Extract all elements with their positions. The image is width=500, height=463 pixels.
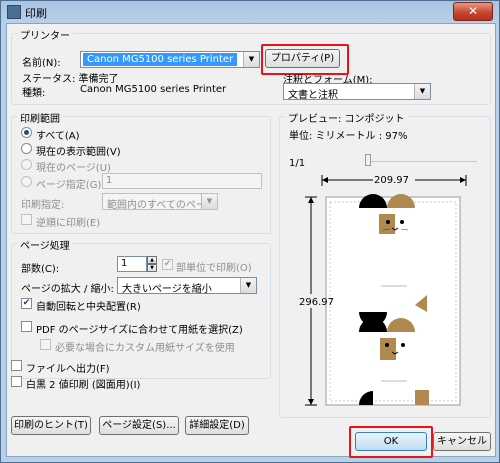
page-setup-button[interactable]: ページ設定(S)...	[99, 416, 179, 435]
reverse-label[interactable]: 逆順に印刷(E)	[36, 214, 100, 229]
grayscale-label[interactable]: 白黒 2 値印刷 (図面用)(I)	[26, 376, 140, 391]
subset-value: 範囲内のすべてのページ	[107, 200, 216, 211]
choose-paper-label[interactable]: PDF のページサイズに合わせて用紙を選択(Z)	[36, 321, 243, 336]
copies-down-icon[interactable]: ▼	[147, 264, 157, 272]
printer-name-select[interactable]: Canon MG5100 series Printer ▼	[80, 51, 260, 68]
close-button[interactable]: ✕	[453, 2, 493, 21]
scaling-label: ページの拡大 / 縮小:	[21, 284, 114, 295]
preview-label: プレビュー: コンポジット	[285, 110, 408, 125]
comments-forms-select[interactable]: 文書と注釈 ▼	[283, 83, 431, 101]
advanced-button[interactable]: 詳細設定(D)	[185, 416, 249, 435]
page-slider-thumb[interactable]	[365, 154, 371, 166]
copies-value: 1	[121, 258, 128, 269]
radio-current-page[interactable]	[21, 159, 32, 170]
print-tips-button[interactable]: 印刷のヒント(T)	[11, 416, 91, 435]
preview-width-value: 209.97	[374, 175, 409, 186]
copies-label: 部数(C):	[21, 264, 60, 275]
title-bar: 印刷 ✕	[1, 1, 499, 23]
printer-name-label: 名前(N):	[22, 58, 61, 69]
printer-status: ステータス: 準備完了	[22, 74, 119, 85]
reverse-checkbox[interactable]	[21, 214, 32, 225]
chevron-down-icon: ▼	[201, 194, 217, 209]
page-slider-track	[367, 161, 477, 162]
copies-up-icon[interactable]: ▲	[147, 256, 157, 264]
radio-current-page-label[interactable]: 現在のページ(U)	[36, 159, 111, 174]
scaling-select[interactable]: 大きいページを縮小 ▼	[117, 277, 257, 295]
copies-input[interactable]: 1	[117, 256, 147, 272]
radio-pages-label[interactable]: ページ指定(G)	[36, 176, 101, 191]
units-label: 単位: ミリメートル : 97%	[289, 131, 408, 142]
auto-rotate-checkbox[interactable]: ✔	[21, 298, 32, 309]
print-range-label: 印刷範囲	[17, 110, 63, 125]
dialog-body: プリンター 名前(N): Canon MG5100 series Printer…	[6, 23, 496, 458]
subset-select[interactable]: 範囲内のすべてのページ ▼	[102, 193, 218, 211]
printer-group-label: プリンター	[17, 27, 73, 42]
custom-paper-checkbox[interactable]	[40, 339, 51, 350]
print-dialog: 印刷 ✕ プリンター 名前(N): Canon MG5100 series Pr…	[0, 0, 500, 463]
pages-input[interactable]: 1	[102, 173, 262, 189]
page-preview	[297, 174, 467, 406]
printer-type-value: Canon MG5100 series Printer	[80, 84, 227, 95]
printer-type-label: 種類:	[22, 88, 46, 99]
page-handling-label: ページ処理	[17, 237, 73, 252]
comments-forms-value: 文書と注釈	[288, 90, 338, 101]
auto-rotate-label[interactable]: 自動回転と中央配置(R)	[36, 298, 141, 313]
subset-label: 印刷指定:	[21, 200, 65, 211]
pages-input-value: 1	[106, 175, 113, 186]
scaling-value: 大きいページを縮小	[122, 284, 212, 295]
radio-all[interactable]	[21, 127, 32, 138]
chevron-down-icon: ▼	[240, 278, 256, 293]
radio-pages[interactable]	[21, 176, 32, 187]
collate-checkbox[interactable]: ✔	[162, 259, 173, 270]
radio-current-view-label[interactable]: 現在の表示範囲(V)	[36, 143, 121, 158]
page-counter: 1/1	[289, 158, 306, 169]
chevron-down-icon: ▼	[243, 52, 259, 67]
radio-all-label[interactable]: すべて(A)	[36, 127, 80, 142]
window-title: 印刷	[25, 7, 47, 20]
grayscale-checkbox[interactable]	[11, 376, 22, 387]
print-to-file-checkbox[interactable]	[11, 360, 22, 371]
printer-name-value: Canon MG5100 series Printer	[83, 53, 238, 66]
choose-paper-checkbox[interactable]	[21, 321, 32, 332]
custom-paper-label[interactable]: 必要な場合にカスタム用紙サイズを使用	[55, 339, 235, 354]
collate-label[interactable]: 部単位で印刷(O)	[176, 259, 252, 274]
print-to-file-label[interactable]: ファイルへ出力(F)	[26, 360, 110, 375]
preview-height-value: 296.97	[299, 297, 334, 308]
app-icon	[7, 5, 21, 19]
chevron-down-icon: ▼	[414, 84, 430, 99]
cancel-button[interactable]: キャンセル	[433, 432, 491, 451]
radio-current-view[interactable]	[21, 143, 32, 154]
highlight-ok	[349, 426, 433, 458]
